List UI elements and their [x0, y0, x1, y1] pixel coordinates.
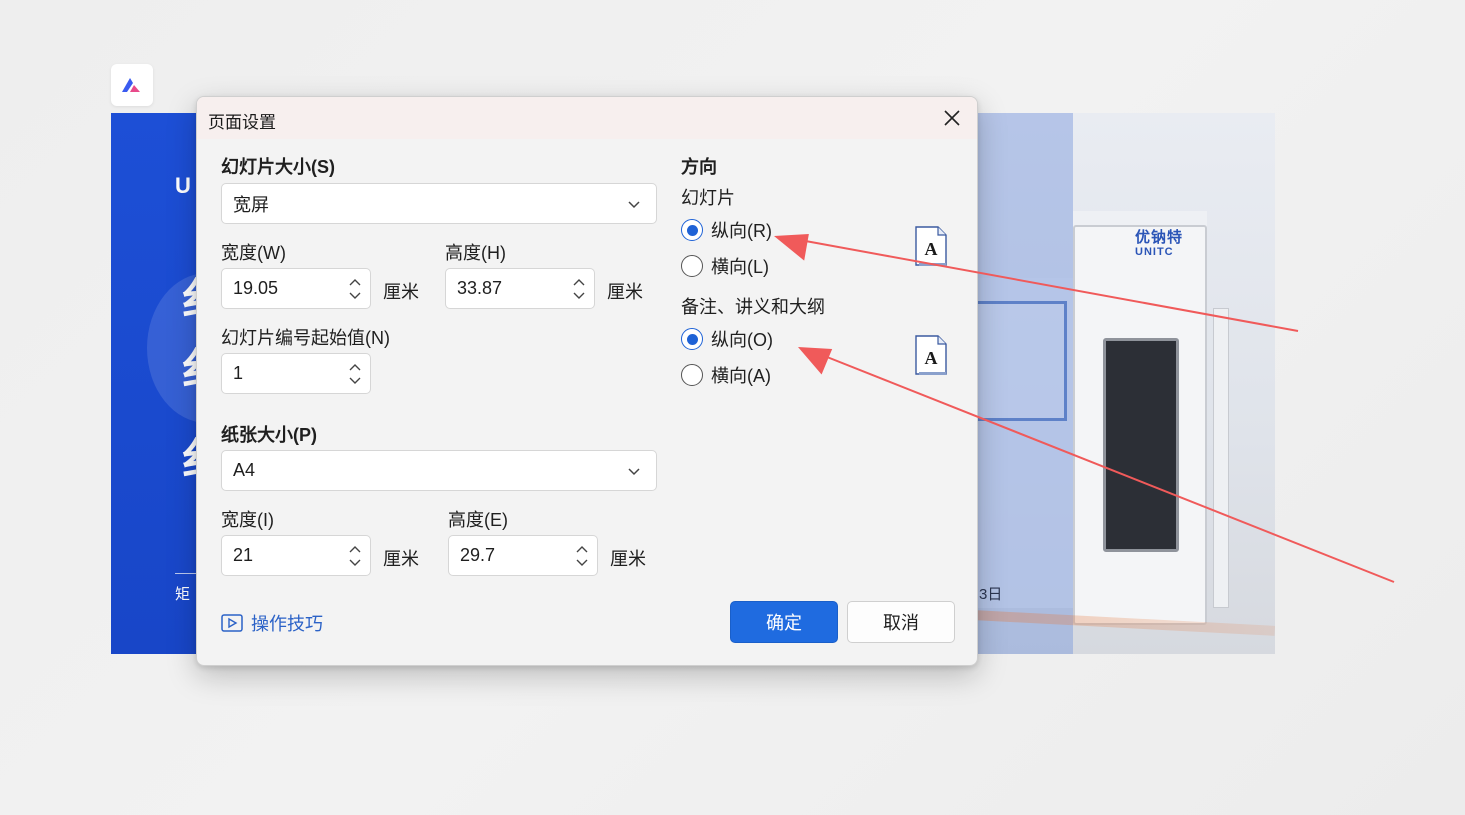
unit-label: 厘米: [610, 549, 646, 569]
slide-height-label: 高度(H): [445, 243, 506, 263]
unit-label: 厘米: [383, 549, 419, 569]
portrait-page-icon: A: [915, 226, 947, 266]
page-icon-letter: A: [925, 239, 938, 259]
chevron-down-icon: [628, 201, 640, 209]
paper-size-label: 纸张大小(P): [221, 425, 317, 445]
paper-height-label: 高度(E): [448, 510, 508, 530]
paper-size-select[interactable]: A4: [221, 450, 657, 491]
slide-date-fragment: 3日: [979, 586, 1003, 603]
brand-en: UNITC: [1135, 246, 1174, 258]
start-number-value: 1: [233, 363, 244, 383]
brand-cn: 优钠特: [1135, 229, 1184, 246]
ok-button[interactable]: 确定: [730, 601, 838, 643]
cabinet-side: [1213, 308, 1229, 608]
close-button[interactable]: [937, 105, 967, 131]
app-logo-icon: [122, 78, 140, 92]
start-number-field[interactable]: 1: [221, 353, 371, 394]
page-icon-letter: A: [925, 348, 938, 368]
slides-landscape-radio[interactable]: 横向(L): [681, 253, 769, 279]
slide-size-label: 幻灯片大小(S): [221, 157, 335, 177]
cancel-button[interactable]: 取消: [847, 601, 955, 643]
blue-overlay: [975, 113, 1073, 654]
app-logo[interactable]: [111, 64, 153, 106]
slides-portrait-label: 纵向(R): [711, 221, 772, 241]
notes-portrait-label: 纵向(O): [711, 330, 773, 350]
radio-unselected-icon[interactable]: [681, 255, 703, 277]
cabinet-window: [1103, 338, 1179, 552]
dialog-titlebar[interactable]: 页面设置: [197, 97, 977, 139]
slide-width-value: 19.05: [233, 278, 279, 298]
paper-width-field[interactable]: 21: [221, 535, 371, 576]
notes-landscape-radio[interactable]: 横向(A): [681, 362, 771, 388]
slide-thumbnail-right: 优钠特 UNITC 3日: [975, 113, 1275, 654]
slide-footer-text: 矩: [175, 586, 191, 603]
paper-size-value: A4: [233, 460, 256, 480]
radio-selected-icon[interactable]: [681, 219, 703, 241]
radio-unselected-icon[interactable]: [681, 364, 703, 386]
paper-width-value: 21: [233, 545, 254, 565]
slide-height-value: 33.87: [457, 278, 503, 298]
slide-width-field[interactable]: 19.05: [221, 268, 371, 309]
slide-width-label: 宽度(W): [221, 243, 286, 263]
paper-height-value: 29.7: [460, 545, 496, 565]
unit-label: 厘米: [607, 282, 643, 302]
tips-link-label: 操作技巧: [251, 614, 323, 634]
brand-logo: 优钠特 UNITC: [1135, 229, 1184, 259]
slide-height-field[interactable]: 33.87: [445, 268, 595, 309]
slides-landscape-label: 横向(L): [711, 257, 769, 277]
notes-portrait-radio[interactable]: 纵向(O): [681, 326, 773, 352]
notes-orientation-label: 备注、讲义和大纲: [681, 297, 825, 317]
spin-arrows-icon[interactable]: [572, 276, 586, 302]
unit-label: 厘米: [383, 282, 419, 302]
slide-logo-fragment: U: [175, 173, 191, 198]
spin-arrows-icon[interactable]: [348, 543, 362, 569]
spin-arrows-icon[interactable]: [575, 543, 589, 569]
slide-thumbnail-left: U 纟 纟 纟 矩: [111, 113, 201, 654]
notes-landscape-label: 横向(A): [711, 366, 771, 386]
close-icon: [944, 110, 960, 126]
slide-size-value: 宽屏: [233, 194, 269, 215]
start-number-label: 幻灯片编号起始值(N): [221, 328, 390, 348]
radio-selected-icon[interactable]: [681, 328, 703, 350]
portrait-page-icon: A: [915, 335, 947, 375]
dialog-title: 页面设置: [208, 113, 276, 132]
slides-portrait-radio[interactable]: 纵向(R): [681, 217, 772, 243]
page-setup-dialog: 页面设置 幻灯片大小(S) 宽屏 宽度(W) 19.05 厘米 高度(H) 33…: [196, 96, 978, 666]
slide-size-select[interactable]: 宽屏: [221, 183, 657, 224]
slides-orientation-label: 幻灯片: [681, 188, 735, 208]
spin-arrows-icon[interactable]: [348, 276, 362, 302]
video-play-icon: [221, 614, 243, 632]
paper-width-label: 宽度(I): [221, 510, 274, 530]
orientation-heading: 方向: [681, 157, 717, 177]
spin-arrows-icon[interactable]: [348, 361, 362, 387]
chevron-down-icon: [628, 468, 640, 476]
tips-link[interactable]: 操作技巧: [221, 610, 323, 636]
paper-height-field[interactable]: 29.7: [448, 535, 598, 576]
